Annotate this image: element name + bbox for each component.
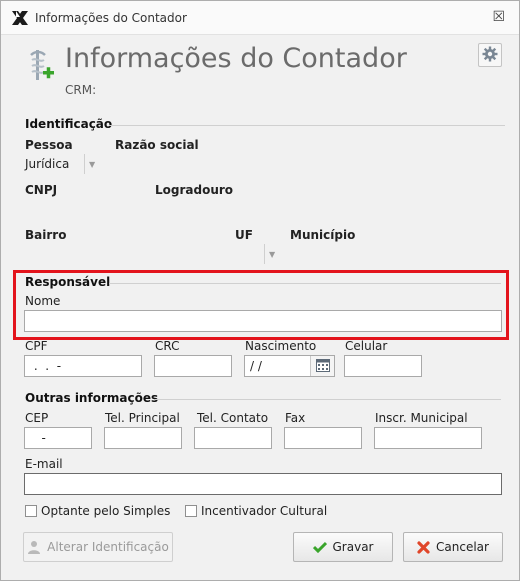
settings-button[interactable] <box>478 43 502 67</box>
tel-contato-label: Tel. Contato <box>197 411 269 425</box>
gear-icon <box>482 46 498 65</box>
tel-contato-input[interactable] <box>194 427 272 449</box>
inscr-municipal-input[interactable] <box>374 427 482 449</box>
calendar-button[interactable] <box>310 356 334 376</box>
bairro-label: Bairro <box>25 228 67 242</box>
app-logo-icon <box>11 10 29 26</box>
cep-label: CEP <box>25 411 49 425</box>
cancel-x-icon <box>417 540 430 554</box>
crc-input[interactable] <box>154 355 232 377</box>
crm-label: CRM: <box>65 83 97 97</box>
cpf-label: CPF <box>25 339 48 353</box>
cep-input[interactable]: - <box>24 427 92 449</box>
section-divider <box>109 125 505 126</box>
celular-input[interactable] <box>344 355 422 377</box>
fax-input[interactable] <box>284 427 362 449</box>
pessoa-select[interactable]: Jurídica <box>25 157 69 171</box>
cancelar-button[interactable]: Cancelar <box>403 532 503 562</box>
logradouro-label: Logradouro <box>155 183 234 197</box>
highlight-box <box>13 270 509 340</box>
check-icon <box>312 541 327 553</box>
section-outras-informacoes: Outras informações <box>25 391 159 405</box>
crc-label: CRC <box>155 339 180 353</box>
tel-principal-input[interactable] <box>104 427 182 449</box>
chevron-down-icon[interactable]: ▼ <box>89 160 95 169</box>
uf-combo-divider <box>264 244 265 264</box>
window-title: Informações do Contador <box>35 11 187 25</box>
fax-label: Fax <box>285 411 306 425</box>
cnpj-label: CNPJ <box>25 183 58 197</box>
celular-label: Celular <box>345 339 388 353</box>
gravar-label: Gravar <box>332 540 374 554</box>
tel-principal-label: Tel. Principal <box>105 411 180 425</box>
title-bar: Informações do Contador ☒ <box>1 1 519 35</box>
uf-label: UF <box>235 228 253 242</box>
optante-simples-checkbox[interactable] <box>25 505 37 517</box>
email-input[interactable] <box>24 473 502 495</box>
cpf-input[interactable]: . . - <box>24 355 142 377</box>
section-divider <box>155 399 501 400</box>
incentivador-cultural-checkbox[interactable] <box>185 505 197 517</box>
uf-chevron-down-icon[interactable]: ▼ <box>269 250 275 259</box>
section-identificacao: Identificação <box>25 117 113 131</box>
inscr-municipal-label: Inscr. Municipal <box>375 411 468 425</box>
gravar-button[interactable]: Gravar <box>293 532 393 562</box>
medical-caduceus-add-icon <box>23 48 55 84</box>
calendar-icon <box>315 358 330 375</box>
pessoa-label: Pessoa <box>25 138 73 152</box>
nascimento-label: Nascimento <box>245 339 317 353</box>
cancelar-label: Cancelar <box>436 540 489 554</box>
incentivador-cultural-label[interactable]: Incentivador Cultural <box>201 504 327 518</box>
user-icon <box>27 540 41 554</box>
optante-simples-label[interactable]: Optante pelo Simples <box>41 504 170 518</box>
alterar-label: Alterar Identificação <box>47 540 169 554</box>
email-label: E-mail <box>25 457 63 471</box>
razao-social-label: Razão social <box>115 138 199 152</box>
close-icon[interactable]: ☒ <box>492 9 505 25</box>
combo-divider <box>84 154 85 174</box>
municipio-label: Município <box>290 228 356 242</box>
alterar-identificacao-button[interactable]: Alterar Identificação <box>23 532 173 562</box>
dialog-window: Informações do Contador ☒ Informações do… <box>0 0 520 581</box>
page-title: Informações do Contador <box>65 43 407 74</box>
